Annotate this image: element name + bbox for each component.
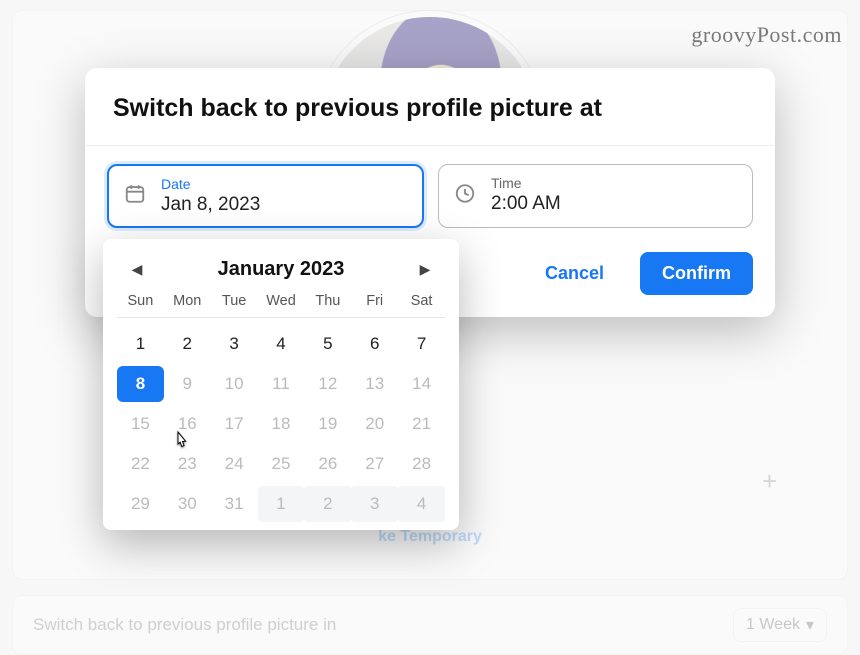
calendar-day[interactable]: 6 [351, 326, 398, 362]
calendar-day[interactable]: 28 [398, 446, 445, 482]
calendar-day[interactable]: 21 [398, 406, 445, 442]
calendar-day[interactable]: 30 [164, 486, 211, 522]
calendar-day[interactable]: 1 [258, 486, 305, 522]
duration-dropdown: 1 Week ▾ [733, 608, 827, 642]
calendar-weekday: Sun [117, 293, 164, 309]
time-field-value: 2:00 AM [491, 193, 738, 215]
calendar-day[interactable]: 23 [164, 446, 211, 482]
calendar-day[interactable]: 3 [211, 326, 258, 362]
calendar-weekday: Wed [258, 293, 305, 309]
calendar-day[interactable]: 7 [398, 326, 445, 362]
calendar-day[interactable]: 17 [211, 406, 258, 442]
watermark: groovyPost.com [691, 22, 842, 48]
calendar-day[interactable]: 2 [164, 326, 211, 362]
time-field-label: Time [491, 175, 738, 191]
calendar-weekday: Fri [351, 293, 398, 309]
calendar-day[interactable]: 4 [258, 326, 305, 362]
switch-back-row: Switch back to previous profile picture … [12, 595, 848, 655]
add-photo-icon: + [762, 466, 777, 497]
cancel-button[interactable]: Cancel [523, 252, 626, 295]
date-field[interactable]: Date Jan 8, 2023 [107, 164, 424, 228]
calendar-day[interactable]: 9 [164, 366, 211, 402]
calendar-day[interactable]: 5 [304, 326, 351, 362]
calendar-day[interactable]: 19 [304, 406, 351, 442]
calendar-day[interactable]: 1 [117, 326, 164, 362]
next-month-button[interactable]: ▶ [411, 255, 439, 283]
calendar-day[interactable]: 2 [304, 486, 351, 522]
calendar-day[interactable]: 11 [258, 366, 305, 402]
duration-value: 1 Week [746, 616, 800, 634]
prev-month-button[interactable]: ◀ [123, 255, 151, 283]
make-temporary-link: ke Temporary [378, 528, 482, 546]
calendar-day[interactable]: 22 [117, 446, 164, 482]
caret-down-icon: ▾ [806, 615, 814, 635]
calendar-day[interactable]: 16 [164, 406, 211, 442]
calendar-day[interactable]: 4 [398, 486, 445, 522]
calendar-weekday: Thu [304, 293, 351, 309]
date-field-value: Jan 8, 2023 [161, 194, 408, 216]
calendar-day[interactable]: 25 [258, 446, 305, 482]
calendar-icon [124, 183, 146, 210]
calendar-day[interactable]: 29 [117, 486, 164, 522]
calendar-day[interactable]: 27 [351, 446, 398, 482]
calendar-day[interactable]: 12 [304, 366, 351, 402]
calendar-day[interactable]: 13 [351, 366, 398, 402]
time-field[interactable]: Time 2:00 AM [438, 164, 753, 228]
date-picker: ◀ January 2023 ▶ SunMonTueWedThuFriSat 1… [103, 239, 459, 530]
calendar-day[interactable]: 24 [211, 446, 258, 482]
calendar-day[interactable]: 31 [211, 486, 258, 522]
clock-icon [454, 183, 476, 210]
date-field-label: Date [161, 176, 408, 192]
calendar-day[interactable]: 10 [211, 366, 258, 402]
calendar-day[interactable]: 15 [117, 406, 164, 442]
calendar-day[interactable]: 8 [117, 366, 164, 402]
calendar-weekday: Sat [398, 293, 445, 309]
calendar-weekdays: SunMonTueWedThuFriSat [117, 293, 445, 318]
modal-title: Switch back to previous profile picture … [85, 68, 775, 145]
calendar-day[interactable]: 26 [304, 446, 351, 482]
calendar-month-label: January 2023 [218, 258, 345, 281]
calendar-weekday: Mon [164, 293, 211, 309]
confirm-button[interactable]: Confirm [640, 252, 753, 295]
calendar-day[interactable]: 20 [351, 406, 398, 442]
calendar-day[interactable]: 18 [258, 406, 305, 442]
calendar-day[interactable]: 14 [398, 366, 445, 402]
calendar-weekday: Tue [211, 293, 258, 309]
switch-back-label: Switch back to previous profile picture … [33, 615, 336, 635]
calendar-day[interactable]: 3 [351, 486, 398, 522]
